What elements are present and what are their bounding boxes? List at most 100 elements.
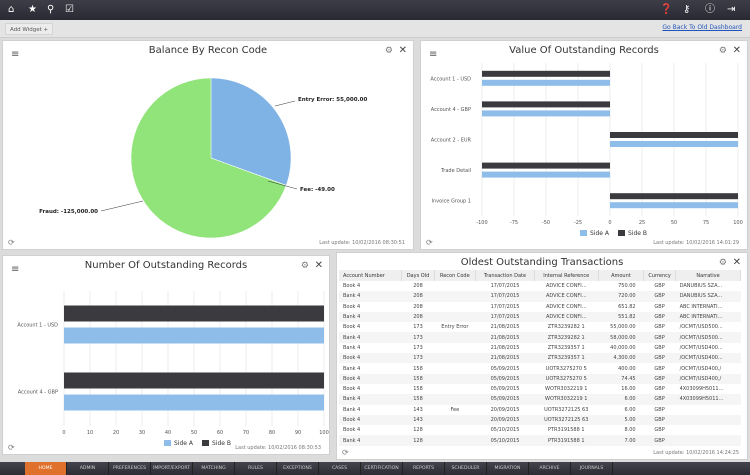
table-cell: 17/07/2015 bbox=[490, 303, 520, 310]
table-cell: 55,000.00 bbox=[610, 324, 636, 331]
bar-side-a bbox=[64, 327, 324, 344]
table-cell: ABC INTERNATI... bbox=[679, 303, 723, 310]
table-row[interactable]: Book 4 128 05/10/2015 PTR3191588 1 8.00 GBP bbox=[339, 425, 741, 435]
table-cell: 128 bbox=[401, 435, 434, 446]
nav-item[interactable]: REPORTS bbox=[403, 462, 445, 475]
table-cell: GBP bbox=[643, 435, 676, 446]
table-row[interactable]: Bank 4 128 05/10/2015 PTR3191588 1 7.00 GBP bbox=[339, 435, 741, 446]
table-row[interactable]: Book 4 158 05/09/2015 UOTR3275270 5 74.45 GBP… bbox=[339, 373, 741, 384]
table-cell: 20/09/2015 bbox=[490, 406, 520, 413]
tick-label: 80 bbox=[269, 430, 275, 436]
column-header[interactable]: Amount bbox=[598, 270, 645, 281]
checklist-icon[interactable]: ☑ bbox=[65, 3, 74, 17]
help-icon[interactable]: ❓ bbox=[660, 3, 672, 17]
table-cell: 21/08/2015 bbox=[475, 332, 535, 343]
table-cell: 05/10/2015 bbox=[490, 427, 520, 434]
table-cell: Bank 4 bbox=[339, 394, 402, 405]
nav-item[interactable]: CASES bbox=[319, 462, 361, 475]
table-cell: GBP bbox=[643, 332, 676, 343]
tick-label: 70 bbox=[243, 430, 249, 436]
nav-item[interactable]: PREFERENCES bbox=[109, 462, 151, 475]
table-row[interactable]: Book 4 143 20/09/2015 UOTR3272125 63 5.00 GBP bbox=[339, 414, 741, 426]
table-cell: UOTR3275270 5 bbox=[545, 365, 587, 372]
tick-label: 50 bbox=[191, 430, 197, 436]
pie-data-label: Fee: -49.00 bbox=[300, 187, 335, 193]
refresh-icon[interactable]: ⟳ bbox=[8, 443, 15, 452]
nav-item[interactable]: IMPORT/EXPORT bbox=[151, 462, 193, 475]
table-row[interactable]: Bank 4 158 05/09/2015 UOTR3275270 5 400.00 GB… bbox=[339, 363, 741, 373]
table-row[interactable]: Book 4 173 Entry Error 21/08/2015 ZTR3239282… bbox=[339, 322, 741, 332]
table-cell: PTR3191588 1 bbox=[534, 435, 599, 446]
toolbar: Add Widget + Go Back To Old Dashboard bbox=[0, 20, 750, 38]
table-cell: 58,000.00 bbox=[598, 332, 644, 343]
table-cell: 208 bbox=[413, 303, 423, 310]
table-cell: 6.00 bbox=[598, 394, 644, 405]
table-cell: ADVICE CONFI... bbox=[545, 283, 587, 290]
nav-item[interactable]: MATCHING bbox=[193, 462, 235, 475]
close-icon[interactable]: ✕ bbox=[733, 257, 741, 268]
nav-item[interactable]: ADMIN bbox=[67, 462, 109, 475]
table-cell bbox=[434, 394, 476, 405]
legend-label: Side A bbox=[174, 440, 194, 447]
table-row[interactable]: Bank 4 208 17/07/2015 ADVICE CONFI... 720.00… bbox=[339, 291, 741, 302]
table-row[interactable]: Bank 4 173 21/08/2015 ZTR3239282 1 58,000.00… bbox=[339, 332, 741, 343]
table-cell: Fee bbox=[450, 406, 460, 413]
tick-label: 90 bbox=[295, 430, 301, 436]
nav-item[interactable]: CERTIFICATION bbox=[361, 462, 403, 475]
search-icon[interactable]: ⚲ bbox=[47, 3, 54, 17]
tick-label: -25 bbox=[574, 220, 582, 226]
column-header[interactable]: Narrative bbox=[675, 270, 741, 281]
home-icon[interactable]: ⌂ bbox=[8, 3, 14, 17]
oldest-panel: Oldest Outstanding Transactions ⚙ ✕ Acco… bbox=[336, 252, 748, 460]
table-row[interactable]: Bank 4 143 Fee 20/09/2015 UOTR3272125 63 6.00… bbox=[339, 405, 741, 415]
last-update: Last update: 10/02/2016 14:01:29 bbox=[653, 240, 739, 246]
back-to-old-dashboard-link[interactable]: Go Back To Old Dashboard bbox=[662, 24, 742, 31]
number-bar-chart: 0 10 20 30 40 50 60 70 80 90 100 Account 1 - USD Acc… bbox=[17, 291, 329, 447]
column-header[interactable]: Transaction Date bbox=[475, 270, 535, 281]
table-row[interactable]: Bank 4 158 05/09/2015 WOTR3032219 1 6.00 GBP 4… bbox=[339, 394, 741, 405]
refresh-icon[interactable]: ⟳ bbox=[8, 238, 15, 247]
nav-item[interactable]: SCHEDULER bbox=[445, 462, 487, 475]
star-icon[interactable]: ★ bbox=[28, 3, 37, 17]
category-label: Account 4 - GBP bbox=[18, 390, 58, 396]
logout-icon[interactable]: ⇥ bbox=[727, 3, 735, 17]
table-cell bbox=[434, 302, 476, 312]
nav-item[interactable]: RULES bbox=[235, 462, 277, 475]
info-icon[interactable]: ⓘ bbox=[705, 3, 715, 17]
column-header[interactable]: Days Old bbox=[401, 270, 435, 281]
table-row[interactable]: Bank 4 208 17/07/2015 ADVICE CONFI... 551.82… bbox=[339, 311, 741, 323]
last-update: Last update: 10/02/2016 14:24:25 bbox=[653, 450, 739, 456]
nav-item[interactable]: JOURNALS bbox=[571, 462, 613, 475]
refresh-icon[interactable]: ⟳ bbox=[342, 448, 349, 457]
nav-item[interactable]: MIGRATION bbox=[487, 462, 529, 475]
tick-label: 75 bbox=[703, 220, 709, 226]
table-cell: Book 4 bbox=[343, 303, 361, 310]
refresh-icon[interactable]: ⟳ bbox=[426, 238, 433, 247]
nav-item[interactable]: HOME bbox=[25, 462, 67, 475]
table-row[interactable]: Book 4 173 21/08/2015 ZTR3239357 1 4,300.00 G… bbox=[339, 353, 741, 364]
gear-icon[interactable]: ⚙ bbox=[719, 258, 727, 268]
table-cell: Book 4 bbox=[343, 283, 361, 290]
table-row[interactable]: Book 4 158 05/09/2015 WOTR3032219 1 16.00 GBP… bbox=[339, 384, 741, 394]
table-cell bbox=[434, 425, 476, 435]
column-header[interactable]: Currency bbox=[643, 270, 677, 281]
table-cell: ZTR3239282 1 bbox=[534, 332, 599, 343]
nav-item[interactable]: ARCHIVE bbox=[529, 462, 571, 475]
table-row[interactable]: Book 4 208 17/07/2015 ADVICE CONFI... 750.00… bbox=[339, 281, 741, 291]
table-cell: DANUBIUS SZA... bbox=[675, 291, 741, 302]
table-row[interactable]: Bank 4 173 21/08/2015 ZTR3239357 1 40,000.00… bbox=[339, 343, 741, 353]
column-header[interactable]: Recon Code bbox=[434, 270, 477, 281]
table-cell bbox=[434, 363, 476, 373]
keys-icon[interactable]: ⚷ bbox=[683, 3, 690, 17]
column-header[interactable]: Internal Reference bbox=[534, 270, 599, 281]
bar-side-b bbox=[64, 305, 324, 322]
column-header[interactable]: Account Number bbox=[339, 270, 403, 281]
table-cell bbox=[434, 332, 476, 343]
pie-chart: Entry Error: 55,000.00 Fee: -49.00 Fraud: … bbox=[39, 77, 367, 239]
nav-item[interactable]: EXCEPTIONS bbox=[277, 462, 319, 475]
table-cell bbox=[434, 435, 476, 446]
table-cell: GBP bbox=[654, 303, 665, 310]
tick-label: 20 bbox=[113, 430, 119, 436]
add-widget-button[interactable]: Add Widget + bbox=[5, 23, 54, 35]
table-row[interactable]: Book 4 208 17/07/2015 ADVICE CONFI... 651.82… bbox=[339, 302, 741, 312]
